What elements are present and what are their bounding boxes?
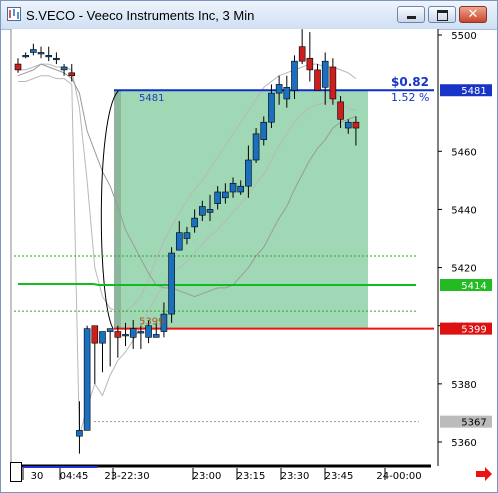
zone-left-shade (114, 90, 121, 329)
price-badge-label: 5414 (461, 281, 486, 292)
candle-body (344, 121, 352, 129)
candle-body (222, 191, 229, 199)
maximize-button[interactable] (428, 6, 456, 23)
time-tick-label: 23:15 (237, 471, 266, 482)
candle-body (298, 46, 306, 62)
minimize-icon (407, 16, 416, 19)
candle-body (106, 328, 114, 332)
price-tick-label: 5500 (451, 31, 476, 42)
candle-body (129, 328, 137, 338)
price-chart[interactable]: 54815399$0.821.52 % 53605380540054205440… (1, 29, 497, 492)
candle-body (83, 328, 91, 431)
time-tick-label: 24-00:00 (376, 471, 421, 482)
candle-body (152, 334, 160, 338)
candle-body (314, 69, 321, 91)
time-axis: 30 04:45 23-22:30 23:00 23:15 23:30 23:45 24-00… (18, 464, 431, 482)
mid-level-line (18, 283, 416, 286)
scroll-right-icon[interactable] (475, 467, 493, 481)
candle-body (329, 66, 337, 100)
price-tick-label: 5460 (451, 147, 476, 158)
candle-body (183, 232, 191, 239)
selection-box[interactable] (10, 462, 22, 482)
candle-body (275, 84, 283, 94)
time-tick-label: 30 (31, 471, 44, 482)
candle-body (321, 60, 329, 88)
price-badge-label: 5399 (461, 325, 486, 336)
candle-body (168, 252, 175, 315)
candle (83, 325, 91, 431)
candle-body (137, 331, 145, 334)
stop-price-label: 5399 (139, 317, 164, 328)
candle-body (199, 206, 206, 216)
candle-body (214, 191, 221, 204)
close-button[interactable]: ✕ (459, 6, 487, 23)
candle (168, 247, 175, 323)
trade-zone (114, 90, 368, 329)
candle-body (237, 185, 245, 193)
candle-body (45, 55, 53, 58)
price-axis: 5360538054005420544054605500548154145399… (438, 31, 492, 449)
price-badge-label: 5481 (461, 86, 486, 97)
price-tick-label: 5420 (451, 264, 476, 275)
price-tick-label: 5440 (451, 205, 476, 216)
candle-body (122, 334, 129, 337)
candle-body (68, 72, 76, 77)
profit-zone (114, 90, 368, 329)
price-tick-label: 5380 (451, 380, 476, 391)
time-tick-label: 23:45 (325, 471, 354, 482)
time-tick-label: 23-22:30 (104, 471, 149, 482)
candle-body (352, 121, 360, 129)
close-icon: ✕ (467, 7, 479, 22)
candle-body (175, 232, 183, 251)
time-tick-label: 04:45 (60, 471, 89, 482)
candle-body (114, 331, 122, 338)
candle-body (91, 325, 99, 344)
gain-value-label: $0.82 (391, 75, 429, 89)
candle-body (291, 60, 298, 91)
time-tick-label: 23:00 (193, 471, 222, 482)
candle-body (53, 57, 60, 61)
time-tick-label: 23:30 (281, 471, 310, 482)
window-title: S.VECO - Veeco Instruments Inc, 3 Min (26, 8, 255, 23)
candle-body (245, 159, 252, 187)
candle-body (206, 209, 214, 213)
entry-price-label: 5481 (139, 93, 164, 104)
minimize-button[interactable] (397, 6, 425, 23)
candle-body (22, 55, 29, 58)
gain-percent-label: 1.52 % (391, 91, 429, 104)
chart-icon (7, 7, 21, 21)
candle-body (191, 217, 198, 228)
price-badge-label: 5367 (461, 418, 486, 429)
candle-body (337, 101, 344, 120)
candle-body (76, 430, 83, 437)
candle-body (283, 87, 291, 100)
candle-body (252, 133, 260, 161)
candle-body (99, 331, 106, 344)
candle-body (268, 92, 275, 123)
candle-body (60, 66, 68, 71)
candle-body (14, 63, 22, 71)
candle-body (306, 57, 314, 71)
chart-window: S.VECO - Veeco Instruments Inc, 3 Min ✕ … (0, 0, 498, 493)
title-bar[interactable]: S.VECO - Veeco Instruments Inc, 3 Min ✕ (1, 1, 497, 30)
candle-body (37, 52, 45, 55)
candle-body (30, 49, 37, 53)
price-tick-label: 5360 (451, 438, 476, 449)
candle-body (260, 121, 268, 140)
candle-body (229, 182, 237, 193)
maximize-icon (437, 10, 448, 21)
